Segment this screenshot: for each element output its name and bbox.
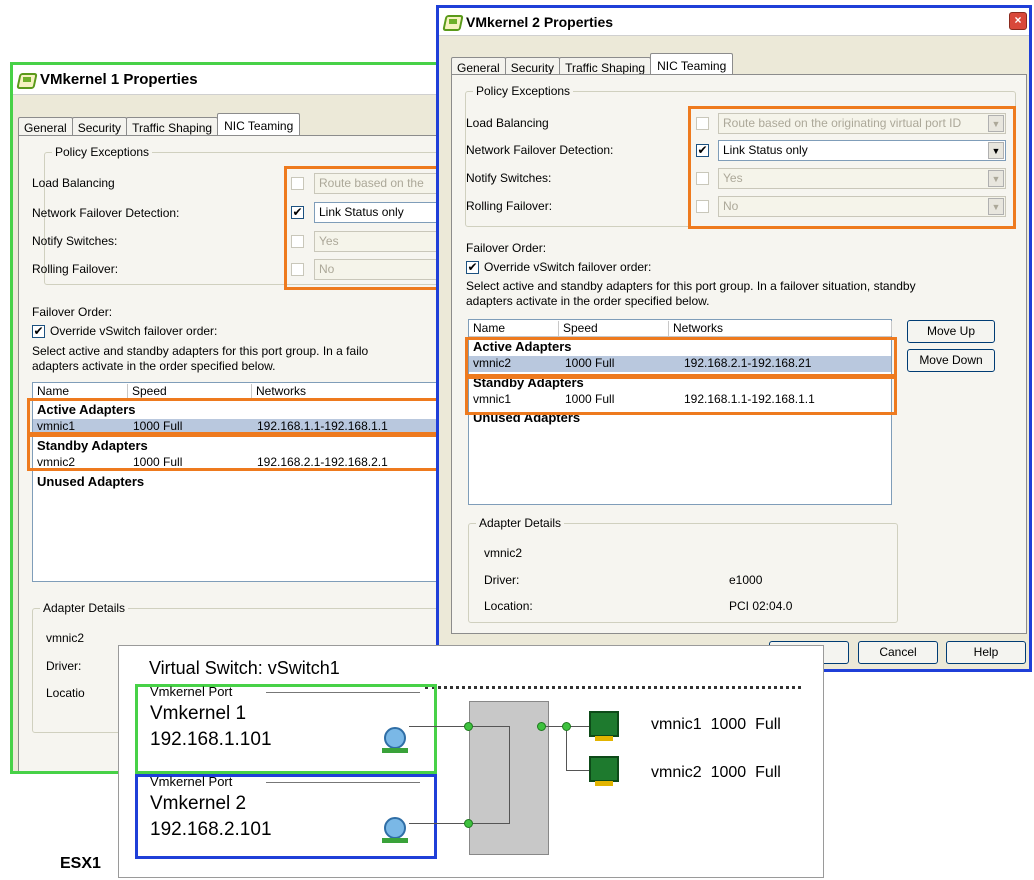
group-label: Adapter Details (40, 601, 129, 615)
col-networks[interactable]: Networks (669, 321, 892, 336)
port-type-label: Vmkernel Port (150, 774, 233, 789)
move-down-button[interactable]: Move Down (907, 349, 995, 372)
load-balancing-label: Load Balancing (466, 116, 549, 130)
active-adapters-header: Active Adapters (473, 339, 572, 354)
port-ip: 192.168.2.101 (150, 819, 272, 840)
notify-switches-select[interactable]: Yes ▼ (718, 168, 1006, 189)
host-label: ESX1 (60, 855, 101, 872)
nic2-info: vmnic2 1000 Full (651, 764, 781, 781)
driver-label: Driver: (46, 659, 82, 673)
failover-detection-checkbox[interactable]: ✔ (696, 144, 709, 157)
help-button[interactable]: Help (946, 641, 1026, 664)
port-name: Vmkernel 2 (150, 793, 247, 814)
table-row[interactable]: vmnic2 1000 Full 192.168.2.1-192.168.21 (469, 356, 891, 372)
location-label: Location: (484, 599, 533, 613)
port-type-label: Vmkernel Port (150, 684, 233, 699)
driver-value: e1000 (729, 573, 763, 587)
detail-adapter-name: vmnic2 (46, 631, 85, 645)
vswitch-diagram: Virtual Switch: vSwitch1 Vmkernel Port V… (118, 645, 824, 878)
nic-card-icon (589, 711, 619, 741)
network-adapter-icon (382, 727, 408, 753)
rolling-failover-label: Rolling Failover: (32, 262, 119, 276)
vmkernel2-properties-window: VMkernel 2 Properties × General Security… (436, 5, 1032, 672)
close-icon[interactable]: × (1009, 12, 1027, 30)
failover-detection-label: Network Failover Detection: (32, 206, 180, 220)
window-title: VMkernel 2 Properties (466, 13, 614, 30)
list-header: Name Speed Networks (469, 320, 892, 337)
portgroup-icon (17, 71, 35, 89)
unused-adapters-header: Unused Adapters (473, 410, 581, 425)
failover-order-label: Failover Order: (466, 241, 547, 255)
failover-order-label: Failover Order: (32, 305, 113, 319)
notify-switches-checkbox[interactable] (696, 172, 709, 185)
override-label: Override vSwitch failover order: (484, 260, 652, 274)
override-checkbox[interactable]: ✔ (466, 261, 479, 274)
window-title: VMkernel 1 Properties (40, 71, 198, 88)
notify-switches-label: Notify Switches: (32, 234, 118, 248)
load-balancing-label: Load Balancing (32, 176, 115, 190)
rolling-failover-label: Rolling Failover: (466, 199, 553, 213)
table-row[interactable]: vmnic1 1000 Full 192.168.1.1-192.168.1.1 (33, 419, 455, 435)
nic1-info: vmnic1 1000 Full (651, 716, 781, 733)
description-line2: adapters activate in the order specified… (32, 359, 276, 373)
group-label: Policy Exceptions (52, 145, 153, 159)
col-networks[interactable]: Networks (252, 384, 455, 399)
rolling-failover-checkbox[interactable] (696, 200, 709, 213)
table-row[interactable]: vmnic2 1000 Full 192.168.2.1-192.168.2.1 (33, 455, 455, 471)
notify-switches-label: Notify Switches: (466, 171, 552, 185)
location-label: Locatio (46, 686, 85, 700)
group-label: Adapter Details (476, 516, 565, 530)
unused-adapters-header: Unused Adapters (37, 474, 145, 489)
title-bar: VMkernel 1 Properties (13, 65, 455, 95)
failover-detection-select[interactable]: Link Status only ▼ (718, 140, 1006, 161)
col-speed[interactable]: Speed (128, 384, 252, 399)
list-header: Name Speed Networks (33, 383, 455, 400)
description-line1: Select active and standby adapters for t… (466, 279, 916, 293)
move-up-button[interactable]: Move Up (907, 320, 995, 343)
description-line1: Select active and standby adapters for t… (32, 344, 369, 358)
override-checkbox[interactable]: ✔ (32, 325, 45, 338)
vswitch-title: Virtual Switch: vSwitch1 (149, 658, 340, 678)
network-adapter-icon (382, 817, 408, 843)
rolling-failover-select[interactable]: No ▼ (718, 196, 1006, 217)
vmkernel-port-2[interactable]: Vmkernel Port Vmkernel 2 192.168.2.101 (135, 774, 437, 859)
rolling-failover-checkbox[interactable] (291, 263, 304, 276)
adapter-list[interactable]: Name Speed Networks Active Adapters vmni… (32, 382, 455, 582)
group-label: Policy Exceptions (473, 84, 574, 98)
cancel-button[interactable]: Cancel (858, 641, 938, 664)
failover-detection-checkbox[interactable]: ✔ (291, 206, 304, 219)
port-ip: 192.168.1.101 (150, 729, 272, 750)
col-name[interactable]: Name (469, 321, 559, 336)
load-balancing-checkbox[interactable] (291, 177, 304, 190)
col-name[interactable]: Name (33, 384, 128, 399)
driver-label: Driver: (484, 573, 520, 587)
dotted-divider (425, 686, 801, 689)
active-adapters-header: Active Adapters (37, 402, 136, 417)
adapter-list[interactable]: Name Speed Networks Active Adapters vmni… (468, 319, 892, 505)
col-speed[interactable]: Speed (559, 321, 669, 336)
title-bar: VMkernel 2 Properties × (439, 8, 1029, 36)
port-name: Vmkernel 1 (150, 703, 247, 724)
standby-adapters-header: Standby Adapters (473, 375, 584, 390)
override-label: Override vSwitch failover order: (50, 324, 218, 338)
nic-teaming-panel: Policy Exceptions Load Balancing Network… (451, 74, 1027, 634)
table-row[interactable]: vmnic1 1000 Full 192.168.1.1-192.168.1.1 (469, 392, 891, 408)
standby-adapters-header: Standby Adapters (37, 438, 148, 453)
load-balancing-select[interactable]: Route based on the originating virtual p… (718, 113, 1006, 134)
load-balancing-checkbox[interactable] (696, 117, 709, 130)
nic-card-icon (589, 756, 619, 786)
vmkernel-port-1[interactable]: Vmkernel Port Vmkernel 1 192.168.1.101 (135, 684, 437, 774)
description-line2: adapters activate in the order specified… (466, 294, 710, 308)
portgroup-icon (443, 13, 461, 31)
detail-adapter-name: vmnic2 (484, 546, 523, 560)
notify-switches-checkbox[interactable] (291, 235, 304, 248)
failover-detection-label: Network Failover Detection: (466, 143, 614, 157)
location-value: PCI 02:04.0 (729, 599, 793, 613)
